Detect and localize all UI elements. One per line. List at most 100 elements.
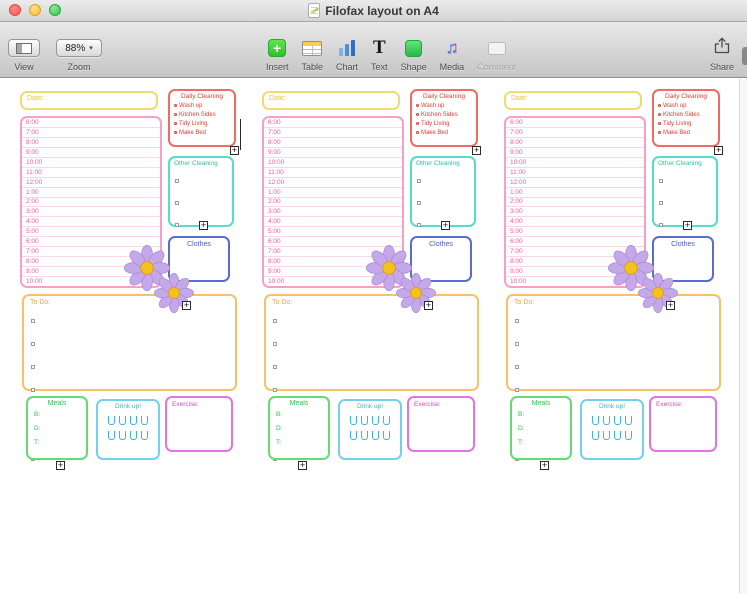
schedule-row: 1:00: [506, 188, 644, 198]
checkbox-icon[interactable]: [515, 319, 519, 323]
shape-button[interactable]: Shape: [401, 27, 427, 72]
checkbox-icon[interactable]: [273, 342, 277, 346]
checkbox-icon[interactable]: [175, 201, 179, 205]
drink-box[interactable]: Drink up!: [96, 399, 160, 460]
exercise-box[interactable]: Exercise:: [407, 396, 475, 452]
daily-cleaning-box[interactable]: Daily Cleaning Wash up Kitchen Sides Tid…: [652, 89, 720, 147]
checkbox-icon[interactable]: [417, 179, 421, 183]
media-button[interactable]: Media: [440, 27, 465, 72]
checkbox-circle-icon[interactable]: [174, 113, 177, 116]
other-cleaning-box[interactable]: Other Cleaning: [168, 156, 234, 293]
checkbox-row: [31, 379, 235, 397]
other-cleaning-box[interactable]: Other Cleaning: [652, 156, 718, 293]
plus-handle-icon[interactable]: [540, 461, 549, 470]
checkbox-circle-icon[interactable]: [416, 131, 419, 134]
checkbox-circle-icon[interactable]: [174, 131, 177, 134]
todo-box[interactable]: To Do:: [264, 294, 479, 461]
todo-box[interactable]: To Do:: [506, 294, 721, 461]
checkbox-circle-icon[interactable]: [174, 104, 177, 107]
todo-title: To Do:: [272, 299, 293, 306]
checkbox-icon[interactable]: [659, 179, 663, 183]
date-box[interactable]: Date:: [262, 91, 400, 110]
document-canvas[interactable]: Date: Daily Cleaning Wash up Kitchen Sid…: [0, 79, 747, 594]
exercise-box[interactable]: Exercise:: [649, 396, 717, 452]
checkbox-row: [515, 310, 719, 328]
checkbox-icon[interactable]: [515, 388, 519, 392]
meals-box[interactable]: Meals B: D: T:: [510, 396, 572, 460]
checkbox-icon[interactable]: [417, 223, 421, 227]
checkbox-icon[interactable]: [175, 223, 179, 227]
checkbox-icon[interactable]: [515, 365, 519, 369]
exercise-box[interactable]: Exercise:: [165, 396, 233, 452]
checkbox-circle-icon[interactable]: [658, 122, 661, 125]
view-button[interactable]: View: [8, 27, 40, 72]
checkbox-icon[interactable]: [417, 201, 421, 205]
other-cleaning-title: Other Cleaning: [416, 160, 460, 167]
checkbox-icon[interactable]: [273, 365, 277, 369]
checkbox-icon[interactable]: [175, 179, 179, 183]
schedule-row: 4:00: [22, 217, 160, 228]
checkbox-icon[interactable]: [31, 319, 35, 323]
todo-title: To Do:: [514, 299, 535, 306]
window-title: Filofax layout on A4: [325, 3, 439, 18]
cup-icon: [130, 416, 137, 425]
checkbox-icon[interactable]: [273, 388, 277, 392]
minimize-button[interactable]: [29, 4, 41, 16]
checkbox-circle-icon[interactable]: [416, 113, 419, 116]
schedule-time-label: 8:00: [268, 258, 281, 266]
plus-handle-icon[interactable]: [56, 461, 65, 470]
partial-toolbar-button[interactable]: [742, 47, 747, 65]
schedule-time-label: 10:00: [510, 277, 527, 285]
zoom-control[interactable]: 88% ▾ Zoom: [56, 27, 102, 72]
checkbox-icon[interactable]: [31, 365, 35, 369]
checkbox-icon[interactable]: [31, 342, 35, 346]
daily-cleaning-box[interactable]: Daily Cleaning Wash up Kitchen Sides Tid…: [410, 89, 478, 147]
plus-handle-icon[interactable]: [472, 146, 481, 155]
plus-handle-icon[interactable]: [182, 301, 191, 310]
table-button[interactable]: Table: [302, 27, 323, 72]
checkbox-icon[interactable]: [659, 223, 663, 227]
chart-button[interactable]: Chart: [336, 27, 358, 72]
other-cleaning-box[interactable]: Other Cleaning: [410, 156, 476, 293]
document-proxy-icon[interactable]: [308, 3, 321, 18]
share-button[interactable]: Share: [710, 27, 734, 72]
meals-box[interactable]: Meals B: D: T:: [268, 396, 330, 460]
checkbox-icon[interactable]: [31, 388, 35, 392]
meal-label: D:: [34, 425, 41, 432]
drink-box[interactable]: Drink up!: [580, 399, 644, 460]
checkbox-circle-icon[interactable]: [658, 131, 661, 134]
daily-cleaning-item-label: Make Bed: [179, 129, 207, 136]
drink-box[interactable]: Drink up!: [338, 399, 402, 460]
plus-handle-icon[interactable]: [424, 301, 433, 310]
plus-handle-icon[interactable]: [230, 146, 239, 155]
checkbox-circle-icon[interactable]: [658, 104, 661, 107]
checkbox-circle-icon[interactable]: [416, 122, 419, 125]
checkbox-circle-icon[interactable]: [658, 113, 661, 116]
plus-handle-icon[interactable]: [666, 301, 675, 310]
checkbox-circle-icon[interactable]: [416, 104, 419, 107]
plus-handle-icon[interactable]: [298, 461, 307, 470]
checkbox-icon[interactable]: [273, 319, 277, 323]
cup-icon: [141, 416, 148, 425]
checkbox-icon[interactable]: [515, 342, 519, 346]
plus-handle-icon[interactable]: [199, 221, 208, 230]
text-button[interactable]: Text: [371, 27, 388, 72]
checkbox-circle-icon[interactable]: [174, 122, 177, 125]
daily-cleaning-item-label: Wash up: [179, 102, 203, 109]
plus-handle-icon[interactable]: [714, 146, 723, 155]
plus-handle-icon[interactable]: [441, 221, 450, 230]
vertical-scrollbar[interactable]: [739, 79, 747, 594]
date-box[interactable]: Date:: [20, 91, 158, 110]
zoom-window-button[interactable]: [49, 4, 61, 16]
daily-cleaning-title: Daily Cleaning: [181, 93, 223, 100]
todo-box[interactable]: To Do:: [22, 294, 237, 461]
comment-button[interactable]: Comment: [477, 27, 516, 72]
date-box[interactable]: Date:: [504, 91, 642, 110]
daily-cleaning-box[interactable]: Daily Cleaning Wash up Kitchen Sides Tid…: [168, 89, 236, 147]
schedule-time-label: 2:00: [268, 198, 281, 206]
insert-button[interactable]: Insert: [266, 27, 289, 72]
plus-handle-icon[interactable]: [683, 221, 692, 230]
checkbox-icon[interactable]: [659, 201, 663, 205]
meals-box[interactable]: Meals B: D: T:: [26, 396, 88, 460]
close-button[interactable]: [9, 4, 21, 16]
